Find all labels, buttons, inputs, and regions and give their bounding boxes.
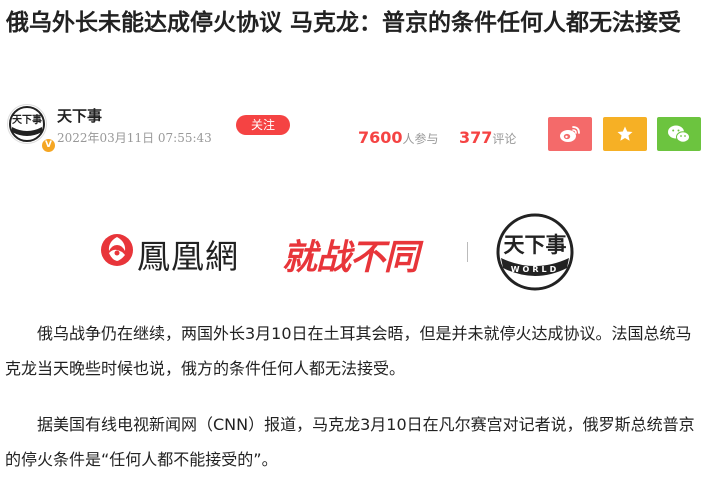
weibo-icon xyxy=(560,126,580,142)
share-weibo-button[interactable] xyxy=(548,117,592,151)
tianxiashi-logo: 天下事 WORLD xyxy=(496,213,574,291)
tianxiashi-world-logo-icon: 天下事 xyxy=(9,106,45,142)
tianxiashi-logo-text: 天下事 xyxy=(504,233,567,257)
ifeng-phoenix-icon xyxy=(101,234,133,266)
participants-count: 7600 xyxy=(358,128,403,147)
svg-text:天下事: 天下事 xyxy=(12,113,42,126)
ifeng-wordmark: 鳳凰網 xyxy=(137,237,239,276)
participants-stat[interactable]: 7600人参与 xyxy=(358,128,439,147)
comments-label: 评论 xyxy=(492,132,517,146)
verified-badge: V xyxy=(41,138,56,153)
publish-time: 2022年03月11日 07:55:43 xyxy=(57,131,212,145)
paragraph-1: 俄乌战争仍在继续，两国外长3月10日在土耳其会晤，但是并未就停火达成协议。法国总… xyxy=(5,324,692,378)
follow-button[interactable]: 关注 xyxy=(236,115,290,135)
share-wechat-button[interactable] xyxy=(657,117,701,151)
column-banner: 鳳凰網 就战不同 天下事 WORLD xyxy=(0,200,705,300)
favorite-button[interactable] xyxy=(603,117,647,151)
comments-stat[interactable]: 377评论 xyxy=(459,128,516,147)
tianxiashi-logo-subtext: WORLD xyxy=(511,265,560,274)
author-meta-bar: 天下事 V 天下事 2022年03月11日 07:55:43 关注 7600人参… xyxy=(0,100,705,160)
wechat-icon xyxy=(668,125,690,143)
comments-count: 377 xyxy=(459,128,493,147)
star-icon xyxy=(617,126,633,141)
author-name[interactable]: 天下事 xyxy=(57,105,102,126)
column-slogan: 就战不同 xyxy=(282,238,419,278)
author-avatar[interactable]: 天下事 V xyxy=(7,104,56,153)
article-body: 俄乌战争仍在继续，两国外长3月10日在土耳其会晤，但是并未就停火达成协议。法国总… xyxy=(5,316,702,498)
participants-label: 人参与 xyxy=(402,132,439,146)
banner-divider xyxy=(467,242,468,262)
paragraph-2: 据美国有线电视新闻网（CNN）报道，马克龙3月10日在凡尔赛宫对记者说，俄罗斯总… xyxy=(5,415,695,469)
article-title: 俄乌外长未能达成停火协议 马克龙：普京的条件任何人都无法接受 xyxy=(6,10,682,36)
